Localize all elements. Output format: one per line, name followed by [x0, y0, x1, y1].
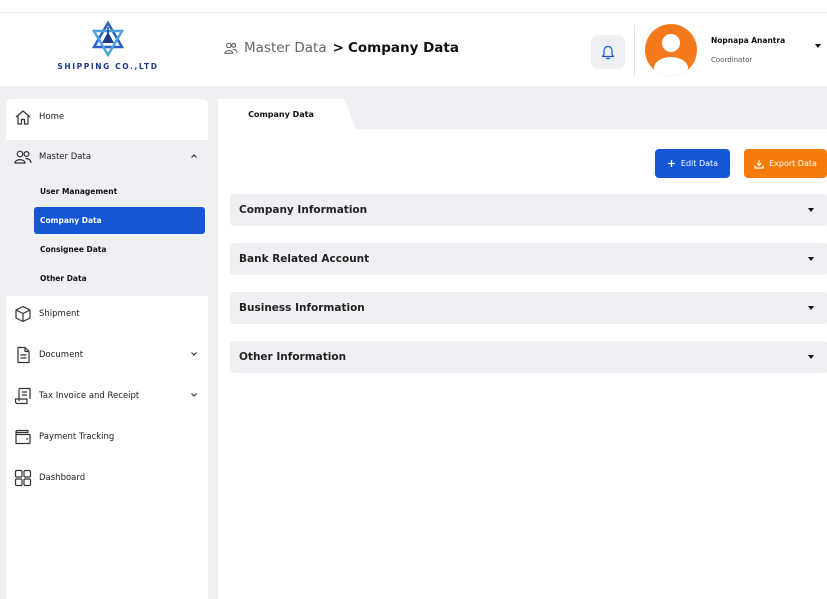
box-icon — [14, 305, 32, 323]
company-name: SHIPPING CO.,LTD — [57, 62, 159, 71]
sidebar-item-label: Document — [39, 350, 84, 360]
users-icon — [14, 148, 32, 166]
sidebar-item-tax-invoice[interactable]: Tax Invoice and Receipt — [6, 381, 208, 411]
top-header: SHIPPING CO.,LTD Master Data > Company D… — [0, 12, 827, 86]
sub-item-company-data[interactable]: Company Data — [34, 207, 205, 234]
download-icon — [754, 159, 764, 169]
export-data-label: Export Data — [769, 159, 817, 168]
notification-button[interactable] — [591, 35, 625, 69]
master-data-group: Master Data User Management Company Data… — [6, 140, 208, 296]
edit-data-label: Edit Data — [680, 159, 719, 168]
sub-item-user-management[interactable]: User Management — [34, 178, 205, 205]
sidebar-item-label: Dashboard — [39, 473, 86, 483]
section-business-information[interactable]: Business Information — [230, 292, 827, 324]
sidebar: Home Master Data User Management Company… — [6, 99, 208, 599]
breadcrumb-root[interactable]: Master Data — [244, 40, 327, 56]
sidebar-item-payment-tracking[interactable]: Payment Tracking — [6, 422, 208, 452]
chevron-up-icon[interactable] — [190, 153, 198, 159]
section-title: Other Information — [239, 351, 347, 363]
caret-down-icon — [808, 257, 814, 261]
sub-item-other-data[interactable]: Other Data — [34, 265, 205, 292]
section-bank-related-account[interactable]: Bank Related Account — [230, 243, 827, 275]
header-divider — [634, 25, 635, 77]
avatar[interactable] — [645, 24, 697, 76]
sidebar-item-dashboard[interactable]: Dashboard — [6, 463, 208, 493]
caret-down-icon — [808, 208, 814, 212]
caret-down-icon — [808, 306, 814, 310]
plus-icon — [667, 159, 676, 168]
tab-edge — [344, 99, 356, 129]
app-root: SHIPPING CO.,LTD Master Data > Company D… — [0, 0, 827, 599]
company-logo[interactable]: SHIPPING CO.,LTD — [48, 21, 168, 81]
sub-item-consignee-data[interactable]: Consignee Data — [34, 236, 205, 263]
main-content: Company Data Edit Data Export Data Compa… — [218, 99, 827, 599]
sidebar-item-label: Tax Invoice and Receipt — [39, 391, 140, 401]
user-avatar-icon — [654, 34, 688, 76]
user-name: Nopnapa Anantra — [711, 36, 786, 45]
sidebar-item-home[interactable]: Home — [6, 102, 208, 132]
section-title: Bank Related Account — [239, 253, 370, 265]
sidebar-item-document[interactable]: Document — [6, 340, 208, 370]
tab-company-data[interactable]: Company Data — [218, 99, 344, 129]
user-role: Coordinator — [711, 56, 753, 64]
sidebar-item-label: Shipment — [39, 309, 80, 319]
receipt-icon — [14, 387, 32, 405]
section-title: Company Information — [239, 204, 368, 216]
export-data-button[interactable]: Export Data — [744, 149, 827, 178]
sidebar-item-label: Payment Tracking — [39, 432, 115, 442]
breadcrumb-current: Company Data — [347, 40, 459, 56]
breadcrumb: Master Data > Company Data — [224, 40, 459, 56]
sidebar-item-master-data[interactable]: Master Data — [6, 142, 208, 172]
star-of-david-ship-logo — [91, 21, 125, 57]
chevron-down-icon[interactable] — [190, 392, 198, 398]
section-title: Business Information — [239, 302, 365, 314]
users-icon — [224, 42, 238, 54]
section-other-information[interactable]: Other Information — [230, 341, 827, 373]
bell-icon — [601, 45, 615, 59]
breadcrumb-separator: > — [332, 40, 344, 56]
grid-icon — [14, 469, 32, 487]
sidebar-item-label: Home — [39, 112, 65, 122]
section-company-information[interactable]: Company Information — [230, 194, 827, 226]
edit-data-button[interactable]: Edit Data — [655, 149, 730, 178]
chevron-down-icon[interactable] — [190, 351, 198, 357]
user-menu-caret-icon[interactable] — [815, 44, 821, 48]
home-icon — [14, 108, 32, 126]
sidebar-item-label: Master Data — [39, 152, 92, 162]
file-icon — [14, 346, 32, 364]
content-panel: Edit Data Export Data Company Informatio… — [218, 129, 827, 599]
sidebar-item-shipment[interactable]: Shipment — [6, 299, 208, 329]
caret-down-icon — [808, 355, 814, 359]
wallet-icon — [14, 428, 32, 446]
